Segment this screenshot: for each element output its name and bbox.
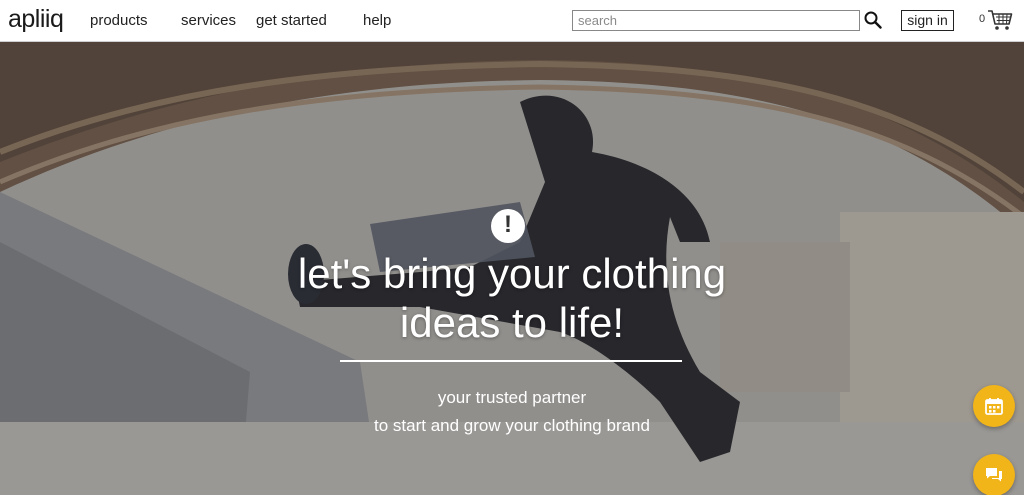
nav-link-help[interactable]: help [363,12,391,29]
hero-headline: let's bring your clothing ideas to life! [162,249,862,347]
cart-icon[interactable] [987,9,1013,31]
cart-count: 0 [979,13,986,25]
hero-subtitle-line-2: to start and grow your clothing brand [374,416,650,435]
chat-icon [986,468,1002,482]
exclamation-icon: ! [491,209,525,243]
alert-glyph: ! [504,211,512,238]
nav-link-get-started[interactable]: get started [256,12,327,29]
calendar-button[interactable] [973,385,1015,427]
brand-logo[interactable]: apliiq [8,5,64,34]
chat-button[interactable] [973,454,1015,495]
headline-line-1: let's bring your clothing [297,250,727,297]
search-icon[interactable] [864,11,882,29]
hero-subtitle-line-1: your trusted partner [437,388,587,407]
nav-link-services[interactable]: services [181,12,236,29]
nav-link-products[interactable]: products [90,12,148,29]
search-input[interactable] [572,10,860,31]
top-navbar: apliiq products services get started hel… [0,0,1024,42]
hero-divider [340,360,682,362]
sign-in-button[interactable]: sign in [901,10,954,31]
headline-line-2: ideas to life! [399,299,625,346]
hero-banner: ! let's bring your clothing ideas to lif… [0,42,1024,495]
calendar-icon [985,398,1003,415]
